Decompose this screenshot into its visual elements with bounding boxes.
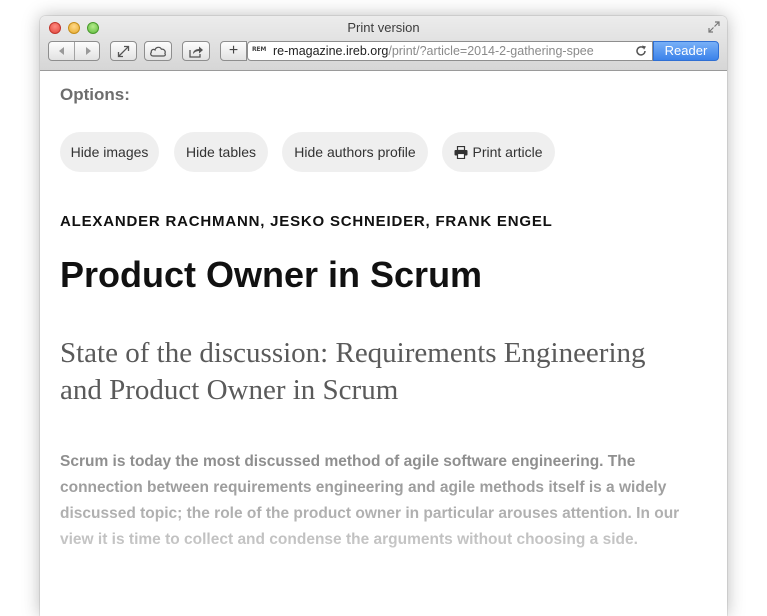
site-favicon: REM (252, 46, 267, 53)
hide-tables-button[interactable]: Hide tables (174, 132, 268, 172)
forward-arrow-icon (85, 47, 91, 55)
hide-authors-profile-button[interactable]: Hide authors profile (282, 132, 428, 172)
url-host: re-magazine.ireb.org (273, 44, 389, 58)
hide-images-button[interactable]: Hide images (60, 132, 159, 172)
cloud-icon (150, 46, 166, 57)
printer-icon (454, 145, 468, 159)
title-bar: Print version + REM re-magazine.ireb.org… (40, 16, 727, 71)
article-authors: ALEXANDER RACHMANN, JESKO SCHNEIDER, FRA… (60, 213, 553, 230)
expand-arrows-icon (117, 45, 130, 57)
reload-icon[interactable] (634, 44, 648, 58)
hide-authors-profile-label: Hide authors profile (294, 144, 416, 160)
share-button[interactable] (182, 41, 210, 61)
back-forward-control (48, 41, 100, 61)
plus-icon: + (228, 42, 239, 59)
hide-tables-label: Hide tables (185, 144, 257, 160)
url-text[interactable]: re-magazine.ireb.org/print/?article=2014… (273, 44, 628, 58)
forward-button[interactable] (75, 42, 100, 60)
share-icon (189, 46, 203, 58)
article-abstract: Scrum is today the most discussed method… (60, 453, 680, 548)
article-title: Product Owner in Scrum (60, 254, 483, 295)
browser-window: Print version + REM re-magazine.ireb.org… (40, 16, 727, 616)
print-article-button[interactable]: Print article (442, 132, 555, 172)
options-label: Options: (60, 85, 130, 104)
print-article-label: Print article (472, 144, 543, 160)
fullscreen-icon[interactable] (707, 20, 721, 34)
icloud-tabs-button[interactable] (144, 41, 172, 61)
hide-images-label: Hide images (70, 144, 149, 160)
back-button[interactable] (49, 42, 75, 60)
window-title: Print version (347, 20, 420, 35)
back-arrow-icon (58, 47, 64, 55)
article-subtitle: State of the discussion: Requirements En… (60, 337, 646, 406)
reader-button[interactable]: Reader (653, 41, 719, 61)
address-bar[interactable]: REM re-magazine.ireb.org/print/?article=… (247, 41, 653, 61)
new-tab-button[interactable]: + (220, 41, 247, 61)
url-path: /print/?article=2014-2-gathering-spee (388, 44, 594, 58)
fullscreen-button[interactable] (110, 41, 137, 61)
page-content: Options: Hide images Hide tables Hide au… (40, 71, 727, 616)
